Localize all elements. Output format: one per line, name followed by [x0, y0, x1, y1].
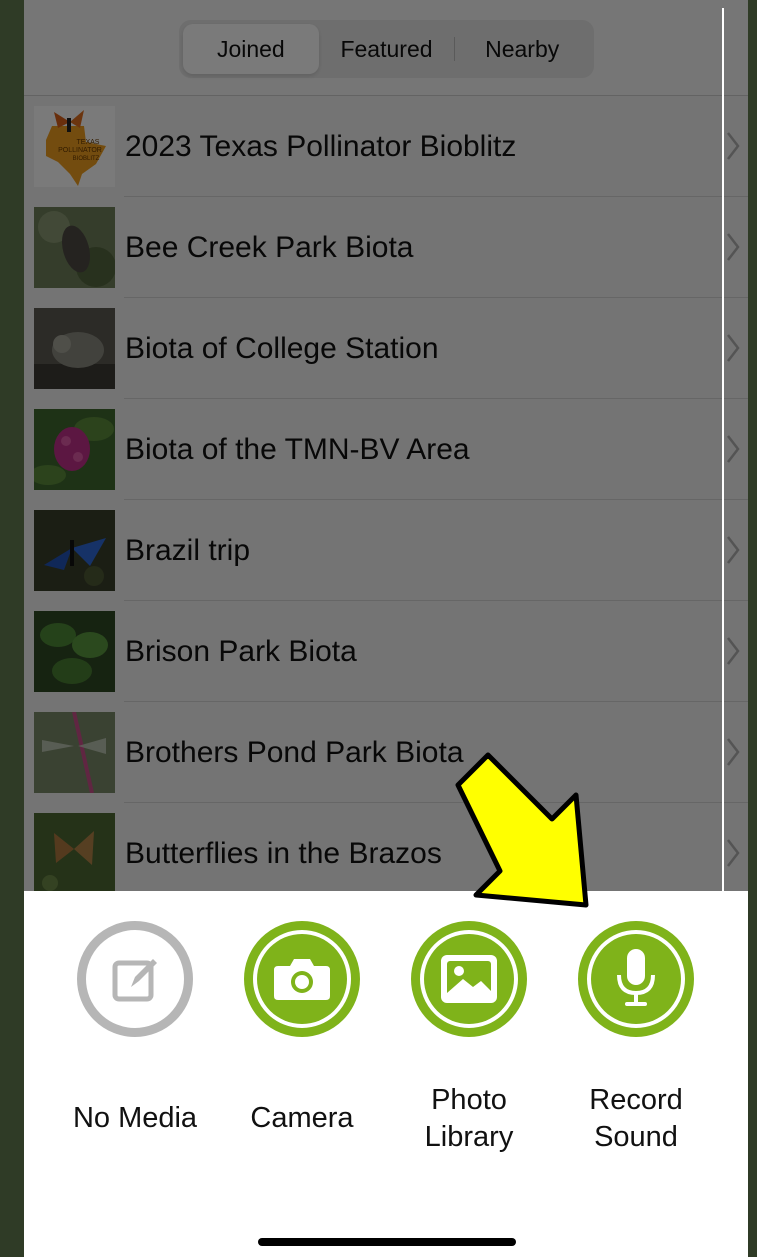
no-media-label: No Media	[72, 1102, 198, 1134]
project-title: Brazil trip	[125, 534, 251, 567]
project-title: Brothers Pond Park Biota	[125, 736, 464, 769]
thumb-text-3: BIOBLITZ	[73, 156, 100, 162]
project-title: Bee Creek Park Biota	[125, 231, 414, 264]
chevron-right-icon	[727, 435, 740, 463]
tab-featured[interactable]: Featured	[319, 24, 455, 74]
yellow-arrow-icon	[455, 752, 589, 908]
microphone-icon	[617, 949, 655, 1006]
project-title: Butterflies in the Brazos	[125, 837, 442, 870]
no-media-button[interactable]	[77, 921, 193, 1037]
thumb-text-2: POLLINATOR	[58, 147, 102, 154]
segment-bar: Joined Featured Nearby	[24, 0, 748, 96]
photo-library-icon	[441, 955, 497, 1003]
camera-label: Camera	[250, 1102, 354, 1134]
tab-joined[interactable]: Joined	[183, 24, 319, 74]
project-row[interactable]: Brazil trip	[24, 500, 748, 601]
project-row[interactable]: Biota of College Station	[24, 298, 748, 399]
scroll-indicator	[722, 8, 724, 891]
project-thumbnail	[34, 409, 115, 490]
project-thumbnail	[34, 510, 115, 591]
chevron-right-icon	[727, 536, 740, 564]
project-thumbnail	[34, 308, 115, 389]
project-row[interactable]: TEXAS POLLINATOR BIOBLITZ 2023 Texas Pol…	[24, 96, 748, 197]
project-list: TEXAS POLLINATOR BIOBLITZ 2023 Texas Pol…	[24, 96, 748, 904]
photo-label-line-2: Library	[424, 1121, 514, 1153]
camera-icon	[274, 959, 330, 1000]
record-sound-button[interactable]	[578, 921, 694, 1037]
media-picker-sheet: No Media Camera Photo Library Record Sou…	[24, 891, 748, 1257]
project-thumbnail	[34, 207, 115, 288]
projects-screen: Joined Featured Nearby TEXAS POLLINATOR	[24, 0, 748, 904]
chevron-right-icon	[727, 738, 740, 766]
project-row[interactable]: Butterflies in the Brazos	[24, 803, 748, 904]
segmented-control: Joined Featured Nearby	[179, 20, 594, 78]
photo-library-button[interactable]	[411, 921, 527, 1037]
thumb-text-1: TEXAS	[77, 139, 100, 146]
project-row[interactable]: Brison Park Biota	[24, 601, 748, 702]
project-row[interactable]: Biota of the TMN-BV Area	[24, 399, 748, 500]
project-title: 2023 Texas Pollinator Bioblitz	[125, 130, 517, 163]
project-row[interactable]: Bee Creek Park Biota	[24, 197, 748, 298]
project-thumbnail	[34, 712, 115, 793]
chevron-right-icon	[727, 334, 740, 362]
camera-button[interactable]	[244, 921, 360, 1037]
chevron-right-icon	[727, 233, 740, 261]
project-row[interactable]: Brothers Pond Park Biota	[24, 702, 748, 803]
phone-screen: Joined Featured Nearby TEXAS POLLINATOR	[24, 0, 748, 1257]
project-title: Biota of College Station	[125, 332, 439, 365]
chevron-right-icon	[727, 132, 740, 160]
chevron-right-icon	[727, 839, 740, 867]
project-title: Biota of the TMN-BV Area	[125, 433, 470, 466]
record-label-line-1: Record	[589, 1084, 683, 1116]
record-label-line-2: Sound	[594, 1121, 678, 1153]
home-indicator[interactable]	[258, 1238, 516, 1246]
project-thumbnail: TEXAS POLLINATOR BIOBLITZ	[34, 106, 115, 187]
photo-label-line-1: Photo	[431, 1084, 507, 1116]
chevron-right-icon	[727, 637, 740, 665]
project-thumbnail	[34, 813, 115, 894]
edit-note-icon	[112, 959, 157, 1002]
project-thumbnail	[34, 611, 115, 692]
project-title: Brison Park Biota	[125, 635, 357, 668]
tab-nearby[interactable]: Nearby	[454, 24, 590, 74]
